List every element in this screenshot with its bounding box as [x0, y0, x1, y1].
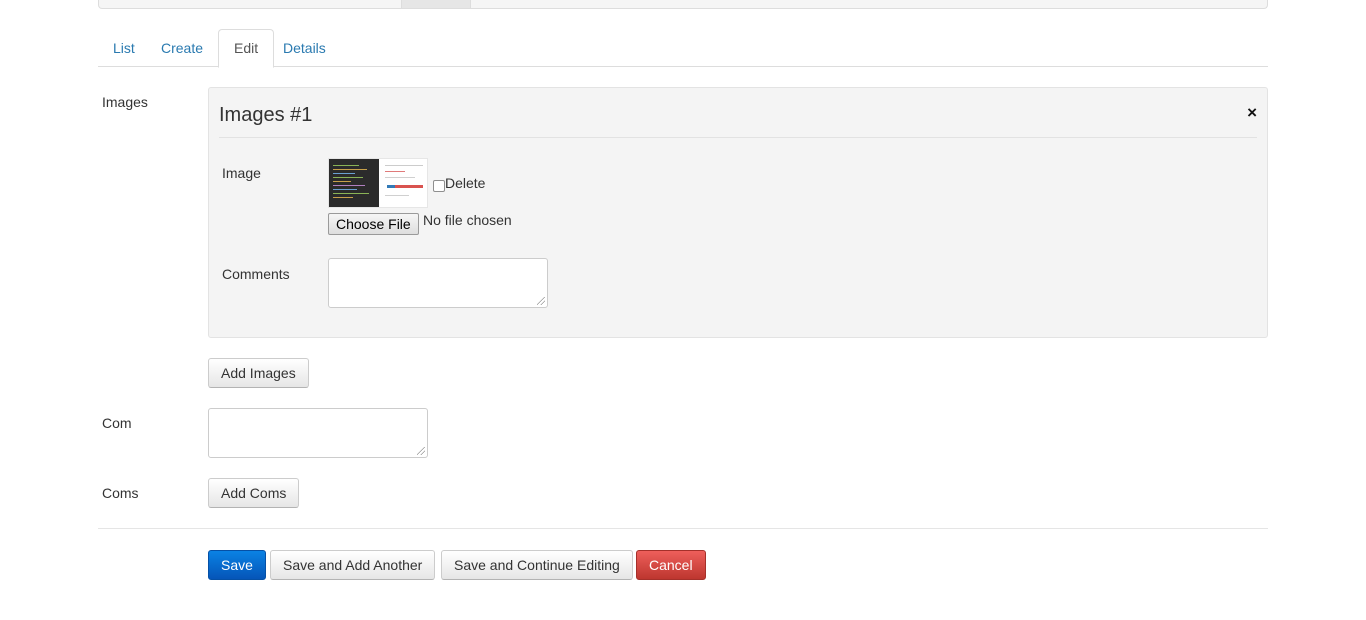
resize-handle-icon[interactable]: [537, 297, 545, 305]
tab-create[interactable]: Create: [146, 29, 218, 67]
form-actions-divider: [98, 528, 1268, 529]
top-toolbar-segment: [401, 0, 471, 8]
com-textarea[interactable]: [208, 408, 428, 458]
tab-details[interactable]: Details: [268, 29, 341, 67]
save-and-continue-button[interactable]: Save and Continue Editing: [441, 550, 633, 580]
resize-handle-icon[interactable]: [417, 447, 425, 455]
file-status-text: No file chosen: [423, 212, 512, 228]
choose-file-button[interactable]: Choose File: [328, 213, 419, 235]
panel-divider: [219, 137, 1257, 138]
delete-checkbox[interactable]: [433, 180, 445, 192]
comments-textarea[interactable]: [328, 258, 548, 308]
save-button[interactable]: Save: [208, 550, 266, 580]
comments-field-label: Comments: [222, 266, 290, 282]
tab-edit[interactable]: Edit: [218, 29, 275, 68]
add-images-button[interactable]: Add Images: [208, 358, 309, 388]
images-item-panel: Images #1 × Image Delete Choose File No …: [208, 87, 1268, 338]
save-and-add-another-button[interactable]: Save and Add Another: [270, 550, 436, 580]
tab-bar: List Create Edit Details: [98, 29, 1268, 68]
tab-list[interactable]: List: [98, 29, 150, 67]
delete-label: Delete: [445, 175, 486, 191]
image-field-label: Image: [222, 165, 261, 181]
cancel-button[interactable]: Cancel: [636, 550, 706, 580]
coms-field-label: Coms: [102, 485, 139, 501]
panel-title: Images #1: [219, 104, 313, 126]
image-thumbnail: [328, 158, 428, 208]
com-field-label: Com: [102, 415, 132, 431]
images-field-label: Images: [102, 94, 148, 110]
close-icon[interactable]: ×: [1247, 104, 1257, 122]
top-toolbar-strip: [98, 0, 1268, 9]
add-coms-button[interactable]: Add Coms: [208, 478, 300, 508]
